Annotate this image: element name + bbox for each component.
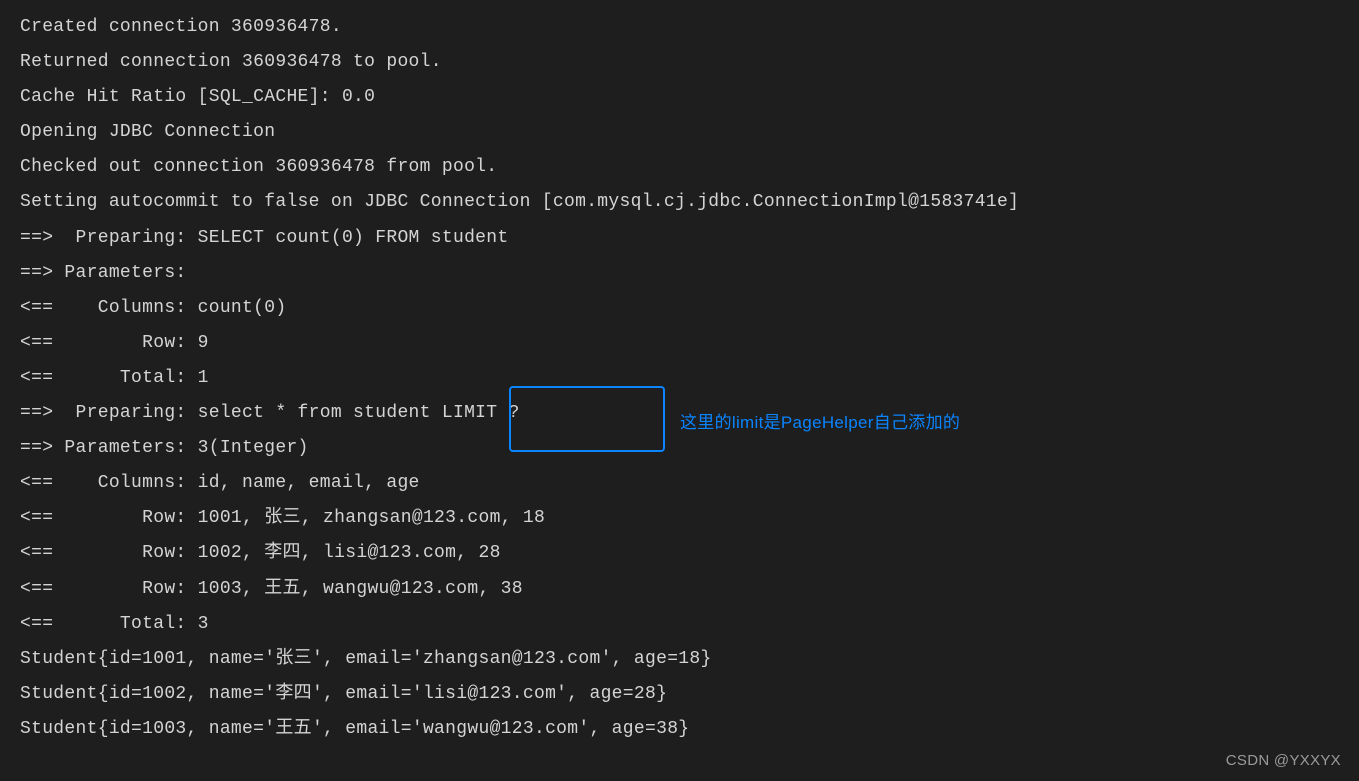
log-line: Created connection 360936478. [20,10,1339,45]
log-line: Student{id=1001, name='张三', email='zhang… [20,642,1339,677]
log-line: Returned connection 360936478 to pool. [20,45,1339,80]
log-line: <== Row: 9 [20,326,1339,361]
log-line: Student{id=1002, name='李四', email='lisi@… [20,677,1339,712]
log-line: <== Total: 1 [20,361,1339,396]
log-line: Cache Hit Ratio [SQL_CACHE]: 0.0 [20,80,1339,115]
log-line: <== Columns: id, name, email, age [20,466,1339,501]
log-line: <== Row: 1003, 王五, wangwu@123.com, 38 [20,572,1339,607]
log-line: <== Total: 3 [20,607,1339,642]
log-line: ==> Parameters: [20,256,1339,291]
watermark: CSDN @YXXYX [1226,746,1341,775]
annotation-text: 这里的limit是PageHelper自己添加的 [680,406,960,439]
log-line: Setting autocommit to false on JDBC Conn… [20,185,1339,220]
console-output: Created connection 360936478. Returned c… [20,10,1339,747]
log-line: ==> Preparing: SELECT count(0) FROM stud… [20,221,1339,256]
log-line: Student{id=1003, name='王五', email='wangw… [20,712,1339,747]
log-line: Opening JDBC Connection [20,115,1339,150]
log-line: <== Columns: count(0) [20,291,1339,326]
log-line: <== Row: 1001, 张三, zhangsan@123.com, 18 [20,501,1339,536]
log-line: Checked out connection 360936478 from po… [20,150,1339,185]
log-line: <== Row: 1002, 李四, lisi@123.com, 28 [20,536,1339,571]
